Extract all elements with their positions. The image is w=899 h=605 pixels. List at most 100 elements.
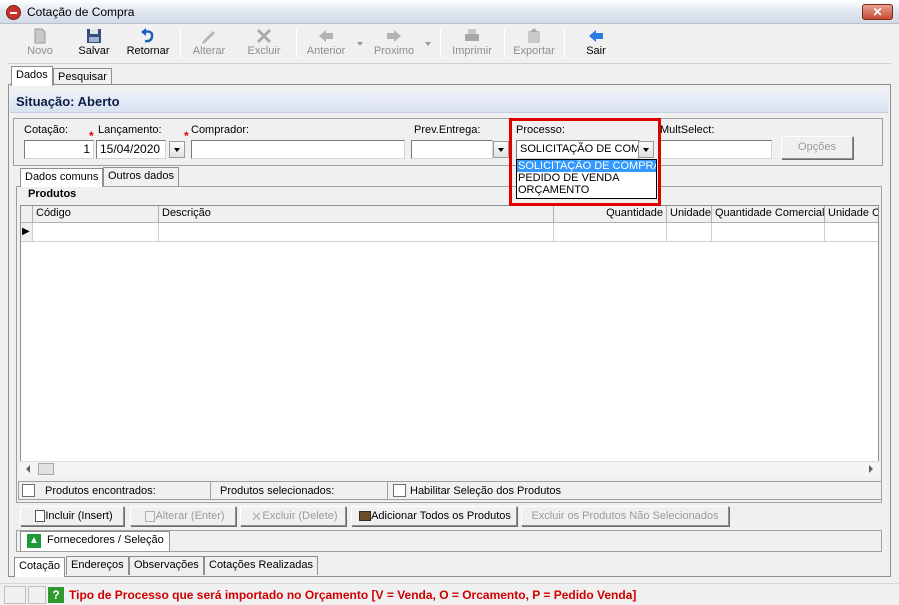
multselect-field[interactable] xyxy=(660,140,772,159)
multselect-label: MultSelect: xyxy=(660,124,715,136)
excluir-button[interactable]: Excluir xyxy=(242,26,286,62)
app-icon xyxy=(6,5,21,20)
processo-option-pedido-venda[interactable]: PEDIDO DE VENDA xyxy=(517,172,656,184)
subtab-dados-comuns[interactable]: Dados comuns xyxy=(20,168,104,187)
col-quantidade[interactable]: Quantidade xyxy=(554,206,667,223)
window-title: Cotação de Compra xyxy=(27,5,135,19)
status-bar: ? Tipo de Processo que será importado no… xyxy=(0,583,899,605)
novo-label: Novo xyxy=(27,45,53,57)
required-mark: * xyxy=(184,129,189,143)
cell-descricao[interactable] xyxy=(159,223,554,242)
proximo-button[interactable]: Proximo xyxy=(372,26,416,62)
retornar-label: Retornar xyxy=(126,45,170,57)
tab-enderecos[interactable]: Endereços xyxy=(66,556,129,575)
delete-item-icon: ✕ xyxy=(251,509,262,524)
excluir-item-label: Excluir (Delete) xyxy=(262,510,338,522)
select-all-checkbox[interactable] xyxy=(22,484,35,497)
tab-cotacao[interactable]: Cotação xyxy=(14,557,65,577)
adicionar-todos-button[interactable]: Adicionar Todos os Produtos xyxy=(351,506,517,526)
required-mark: * xyxy=(89,129,94,143)
grid-corner xyxy=(21,206,33,223)
new-document-icon xyxy=(34,28,46,44)
scroll-left-icon[interactable] xyxy=(26,465,30,473)
horizontal-scrollbar[interactable] xyxy=(20,461,879,477)
subtab-outros-dados[interactable]: Outros dados xyxy=(103,167,180,186)
excluir-item-button[interactable]: ✕ Excluir (Delete) xyxy=(240,506,346,526)
exportar-button[interactable]: Exportar xyxy=(510,26,558,62)
lancamento-dropdown-button[interactable] xyxy=(169,141,185,158)
tab-cotacoes-realizadas[interactable]: Cotações Realizadas xyxy=(204,556,318,575)
anterior-label: Anterior xyxy=(306,45,346,57)
habilitar-selecao-label: Habilitar Seleção dos Produtos xyxy=(410,485,562,497)
incluir-button[interactable]: Incluir (Insert) xyxy=(20,506,124,526)
opcoes-button[interactable]: Opções xyxy=(781,136,853,159)
proximo-label: Proximo xyxy=(373,45,415,57)
print-icon xyxy=(465,29,479,41)
anterior-button[interactable]: Anterior xyxy=(304,26,348,62)
alterar-item-button[interactable]: Alterar (Enter) xyxy=(130,506,236,526)
adicionar-todos-label: Adicionar Todos os Produtos xyxy=(371,510,511,522)
col-unidade-comercial[interactable]: Unidade Co xyxy=(825,206,878,223)
exit-arrow-icon xyxy=(589,30,603,42)
imprimir-button[interactable]: Imprimir xyxy=(448,26,496,62)
arrow-right-icon xyxy=(387,30,401,42)
alterar-button[interactable]: Alterar xyxy=(188,26,230,62)
produtos-grid[interactable]: Código Descrição Quantidade Unidade Quan… xyxy=(20,205,879,475)
produtos-title: Produtos xyxy=(28,188,77,200)
prev-entrega-field[interactable] xyxy=(411,140,493,159)
export-icon xyxy=(528,28,540,43)
edit-icon xyxy=(202,31,215,44)
scroll-right-icon[interactable] xyxy=(869,465,873,473)
anterior-dropdown-icon[interactable] xyxy=(357,42,363,46)
cotacao-field[interactable]: 1 xyxy=(24,140,94,159)
help-icon: ? xyxy=(48,587,64,603)
situacao-label: Situação: Aberto xyxy=(16,94,120,109)
excluir-nao-selecionados-button[interactable]: Excluir os Produtos Não Selecionados xyxy=(521,506,729,526)
save-icon xyxy=(87,29,101,43)
add-all-icon xyxy=(359,511,371,521)
toolbar: Novo Salvar Retornar Alterar Excluir Ant… xyxy=(8,24,891,64)
cell-unidade[interactable] xyxy=(667,223,712,242)
retornar-button[interactable]: Retornar xyxy=(124,26,172,62)
cell-quantidade[interactable] xyxy=(554,223,667,242)
habilitar-selecao-checkbox[interactable] xyxy=(393,484,406,497)
novo-button[interactable]: Novo xyxy=(20,26,60,62)
tab-dados[interactable]: Dados xyxy=(11,66,53,86)
col-codigo[interactable]: Código xyxy=(33,206,159,223)
prev-entrega-dropdown-button[interactable] xyxy=(493,141,509,158)
undo-icon xyxy=(141,28,154,43)
processo-option-orcamento[interactable]: ORÇAMENTO xyxy=(517,184,656,196)
alterar-label: Alterar xyxy=(192,45,226,57)
salvar-button[interactable]: Salvar xyxy=(72,26,116,62)
lancamento-label: Lançamento: xyxy=(98,124,162,136)
scroll-thumb[interactable] xyxy=(38,463,54,475)
close-button[interactable]: ✕ xyxy=(862,4,893,20)
sair-button[interactable]: Sair xyxy=(578,26,614,62)
col-quantidade-comercial[interactable]: Quantidade Comercial xyxy=(712,206,825,223)
cotacao-label: Cotação: xyxy=(24,124,69,136)
salvar-label: Salvar xyxy=(78,45,110,57)
cell-quantidade-comercial[interactable] xyxy=(712,223,825,242)
lancamento-field[interactable]: 15/04/2020 xyxy=(96,140,166,159)
status-hint-text: Tipo de Processo que será importado no O… xyxy=(69,588,637,602)
col-unidade[interactable]: Unidade xyxy=(667,206,712,223)
new-item-icon xyxy=(35,510,45,522)
arrow-left-icon xyxy=(319,30,333,42)
proximo-dropdown-icon[interactable] xyxy=(425,42,431,46)
col-descricao[interactable]: Descrição xyxy=(159,206,554,223)
comprador-label: Comprador: xyxy=(191,124,250,136)
title-bar: Cotação de Compra ✕ xyxy=(0,0,899,24)
cell-codigo[interactable] xyxy=(33,223,159,242)
tab-fornecedores-selecao[interactable]: ▲ Fornecedores / Seleção xyxy=(20,531,170,551)
cell-unidade-comercial[interactable] xyxy=(825,223,878,242)
exportar-label: Exportar xyxy=(513,45,555,57)
delete-icon xyxy=(256,28,272,44)
fornecedores-label: Fornecedores / Seleção xyxy=(47,534,164,546)
tab-observacoes[interactable]: Observações xyxy=(129,556,204,575)
comprador-field[interactable] xyxy=(191,140,405,159)
status-header: Situação: Aberto xyxy=(10,91,888,113)
alterar-item-label: Alterar (Enter) xyxy=(155,510,225,522)
processo-option-solicitacao[interactable]: SOLICITAÇÃO DE COMPRA xyxy=(517,160,656,172)
up-arrow-icon: ▲ xyxy=(27,534,41,548)
processo-dropdown-list[interactable]: SOLICITAÇÃO DE COMPRA PEDIDO DE VENDA OR… xyxy=(516,159,657,199)
